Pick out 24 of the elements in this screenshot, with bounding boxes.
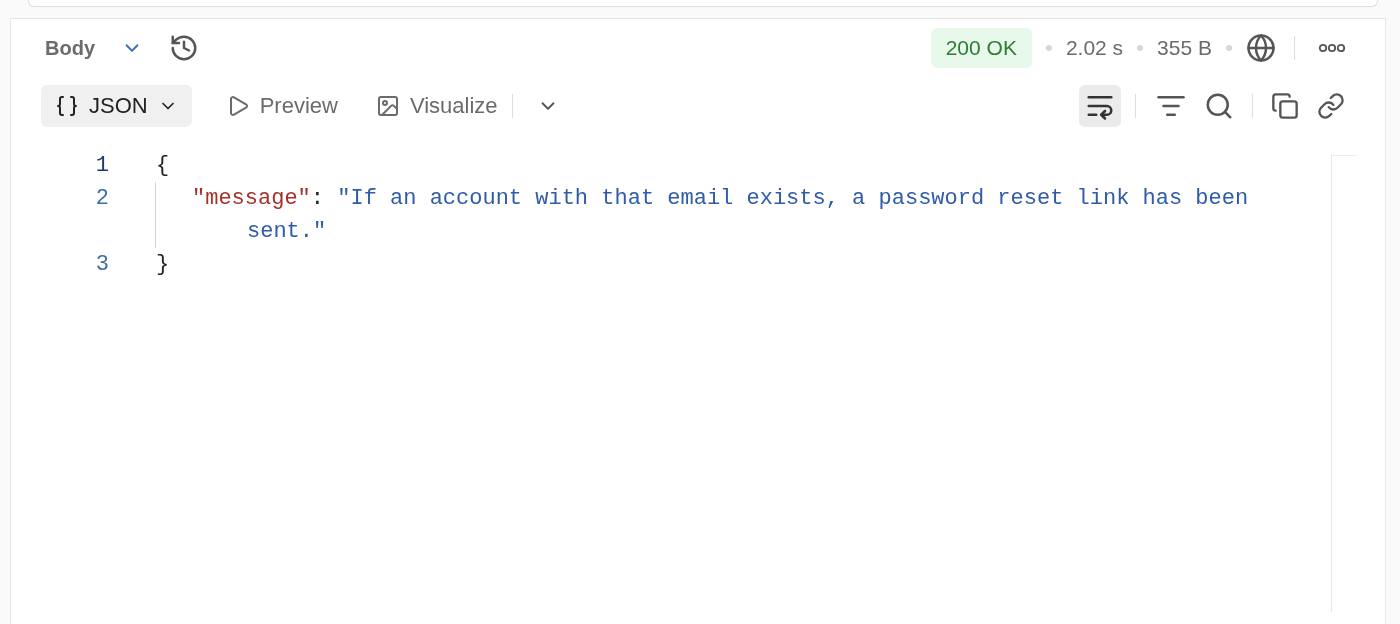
view-tab[interactable]: Preview [211, 85, 342, 127]
line-number: 3 [94, 251, 109, 279]
image-icon [375, 94, 400, 118]
response-time: 2.02 s [1065, 36, 1124, 60]
copy-icon [1271, 92, 1299, 120]
code-line: } [156, 251, 171, 279]
link-icon [1317, 92, 1345, 120]
view-tab[interactable]: JSON [41, 85, 192, 127]
line-number: 1 [94, 152, 109, 180]
more-icon [1319, 43, 1345, 53]
globe-icon [1246, 33, 1276, 63]
search-icon [1204, 91, 1234, 121]
wrap-lines-button[interactable] [1079, 85, 1121, 127]
line-number: 2 [94, 185, 109, 213]
code-line: "message": "If an account with that email exists, a password reset link has been sent." [192, 185, 1250, 246]
view-tab[interactable]: Visualize [361, 85, 502, 127]
response-size: 355 B [1157, 36, 1212, 60]
status-badge: 200 OK [930, 28, 1032, 68]
braces-icon [55, 94, 79, 118]
globe-button[interactable] [1246, 33, 1276, 63]
code-line: { [156, 152, 171, 180]
history-icon [169, 33, 199, 63]
body-label: Body [45, 36, 95, 60]
scrollbar-track[interactable] [1331, 155, 1357, 612]
